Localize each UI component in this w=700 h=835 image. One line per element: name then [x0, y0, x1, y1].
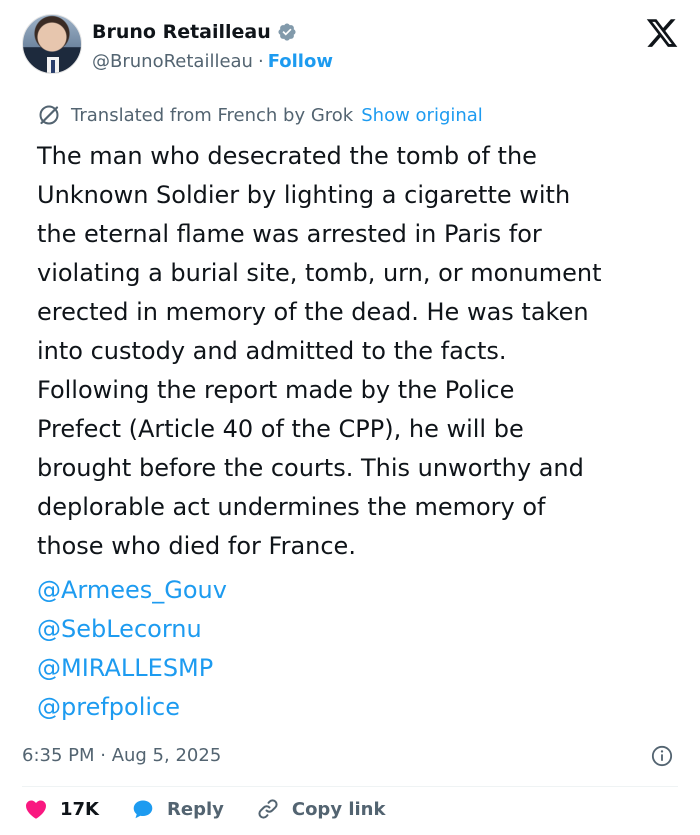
- tweet-line: Prefect (Article 40 of the CPP), he will…: [37, 415, 524, 443]
- like-button[interactable]: 17K: [24, 797, 99, 821]
- tweet-line: erected in memory of the dead. He was ta…: [37, 298, 589, 326]
- grok-translate-icon: [39, 105, 59, 125]
- actions-divider: [22, 786, 678, 787]
- reply-bubble-icon: [133, 800, 153, 819]
- reply-button[interactable]: Reply: [131, 797, 224, 821]
- author-handle-row: @BrunoRetailleau · Follow: [92, 51, 333, 72]
- tweet-mentions: @Armees_Gouv @SebLecornu @MIRALLESMP @pr…: [37, 571, 227, 727]
- tweet-line: into custody and admitted to the facts.: [37, 337, 507, 365]
- tweet-header: Bruno Retailleau @BrunoRetailleau · Foll…: [22, 14, 682, 80]
- show-original-link[interactable]: Show original: [361, 105, 483, 126]
- translation-label: Translated from French by Grok: [71, 104, 354, 126]
- like-count: 17K: [60, 798, 99, 820]
- handle-separator: ·: [257, 51, 264, 72]
- x-logo-icon[interactable]: [644, 16, 680, 50]
- heart-icon: [26, 800, 46, 819]
- info-icon[interactable]: [651, 745, 673, 767]
- reply-label: Reply: [167, 798, 224, 820]
- mention-link-prefpolice[interactable]: @prefpolice: [37, 688, 227, 727]
- tweet-line: Unknown Soldier by lighting a cigarette …: [37, 181, 571, 209]
- author-name-row: Bruno Retailleau: [92, 21, 297, 43]
- author-handle[interactable]: @BrunoRetailleau: [92, 51, 253, 72]
- copy-link-label: Copy link: [291, 798, 386, 820]
- tweet-line: violating a burial site, tomb, urn, or m…: [37, 259, 602, 287]
- verified-badge-icon: [278, 23, 296, 41]
- tweet-line: those who died for France.: [37, 532, 356, 560]
- tweet-line: The man who desecrated the tomb of the: [37, 142, 537, 170]
- tweet-line: brought before the courts. This unworthy…: [37, 454, 584, 482]
- tweet-line: deplorable act undermines the memory of: [37, 493, 546, 521]
- mention-link-mirallesmp[interactable]: @MIRALLESMP: [37, 649, 227, 688]
- mention-link-armees-gouv[interactable]: @Armees_Gouv: [37, 571, 227, 610]
- follow-button[interactable]: Follow: [268, 51, 333, 72]
- author-avatar[interactable]: [22, 14, 82, 74]
- tweet-timestamp[interactable]: 6:35 PM · Aug 5, 2025: [22, 745, 221, 766]
- tweet-actions: 17K Reply Copy link: [22, 795, 417, 823]
- mention-link-seblecornu[interactable]: @SebLecornu: [37, 610, 227, 649]
- translation-notice: Translated from French by Grok Show orig…: [37, 103, 483, 127]
- tweet-line: Following the report made by the Police: [37, 376, 515, 404]
- tweet-line: the eternal flame was arrested in Paris …: [37, 220, 542, 248]
- tweet-body: The man who desecrated the tomb of the U…: [37, 137, 667, 566]
- author-name[interactable]: Bruno Retailleau: [92, 21, 271, 43]
- link-icon: [258, 799, 278, 819]
- copy-link-button[interactable]: Copy link: [256, 797, 386, 821]
